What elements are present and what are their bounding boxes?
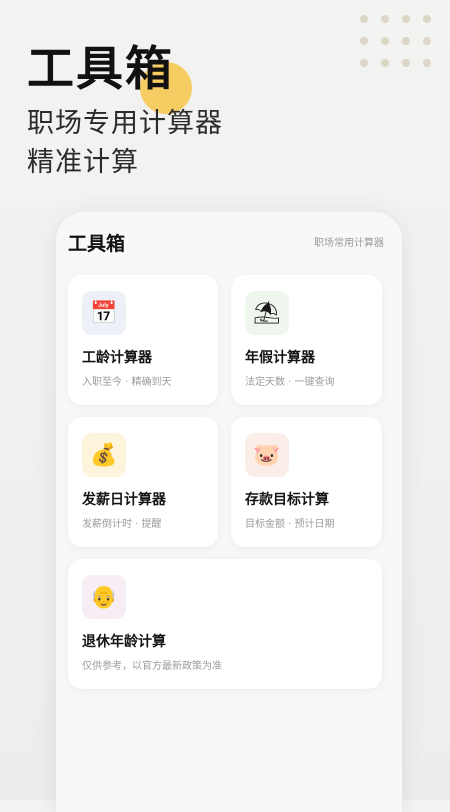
dot	[381, 37, 389, 45]
dot	[423, 59, 431, 67]
card-annual-leave-calculator[interactable]: ⛱ 年假计算器 法定天数 · 一键查询	[231, 275, 382, 405]
card-title: 存款目标计算	[245, 492, 329, 508]
card-title: 工龄计算器	[82, 350, 152, 366]
card-desc: 仅供参考，以官方最新政策为准	[82, 661, 222, 672]
card-title: 年假计算器	[245, 350, 315, 366]
card-savings-goal-calculator[interactable]: 🐷 存款目标计算 目标金额 · 预计日期	[231, 417, 382, 547]
beach-icon: ⛱	[245, 291, 289, 335]
dot	[402, 15, 410, 23]
dot	[402, 59, 410, 67]
dot	[402, 37, 410, 45]
card-desc: 法定天数 · 一键查询	[245, 377, 335, 388]
dot	[360, 59, 368, 67]
card-desc: 目标金额 · 预计日期	[245, 519, 335, 530]
money-bag-icon: 💰	[82, 433, 126, 477]
dot	[381, 15, 389, 23]
hero-subtitle-line1: 职场专用计算器	[27, 108, 223, 139]
card-seniority-calculator[interactable]: 📅 工龄计算器 入职至今 · 精确到天	[68, 275, 218, 405]
card-title: 发薪日计算器	[82, 492, 166, 508]
hero-subtitle-line2: 精准计算	[27, 147, 139, 178]
card-desc: 入职至今 · 精确到天	[82, 377, 172, 388]
calendar-icon: 📅	[82, 291, 126, 335]
dot	[423, 15, 431, 23]
hero-title: 工具箱	[27, 42, 174, 97]
dot	[360, 15, 368, 23]
dot	[423, 37, 431, 45]
older-person-icon: 👴	[82, 575, 126, 619]
piggy-bank-icon: 🐷	[245, 433, 289, 477]
card-retirement-age-calculator[interactable]: 👴 退休年龄计算 仅供参考，以官方最新政策为准	[68, 559, 382, 689]
decorative-dots	[360, 15, 444, 71]
card-payday-calculator[interactable]: 💰 发薪日计算器 发薪倒计时 · 提醒	[68, 417, 218, 547]
dot	[381, 59, 389, 67]
panel-title: 工具箱	[68, 233, 126, 255]
card-desc: 发薪倒计时 · 提醒	[82, 519, 162, 530]
dot	[360, 37, 368, 45]
card-title: 退休年龄计算	[82, 634, 166, 650]
panel-subtitle: 职场常用计算器	[314, 238, 384, 249]
phone-panel: 工具箱 职场常用计算器 📅 工龄计算器 入职至今 · 精确到天 ⛱ 年假计算器 …	[56, 212, 402, 812]
